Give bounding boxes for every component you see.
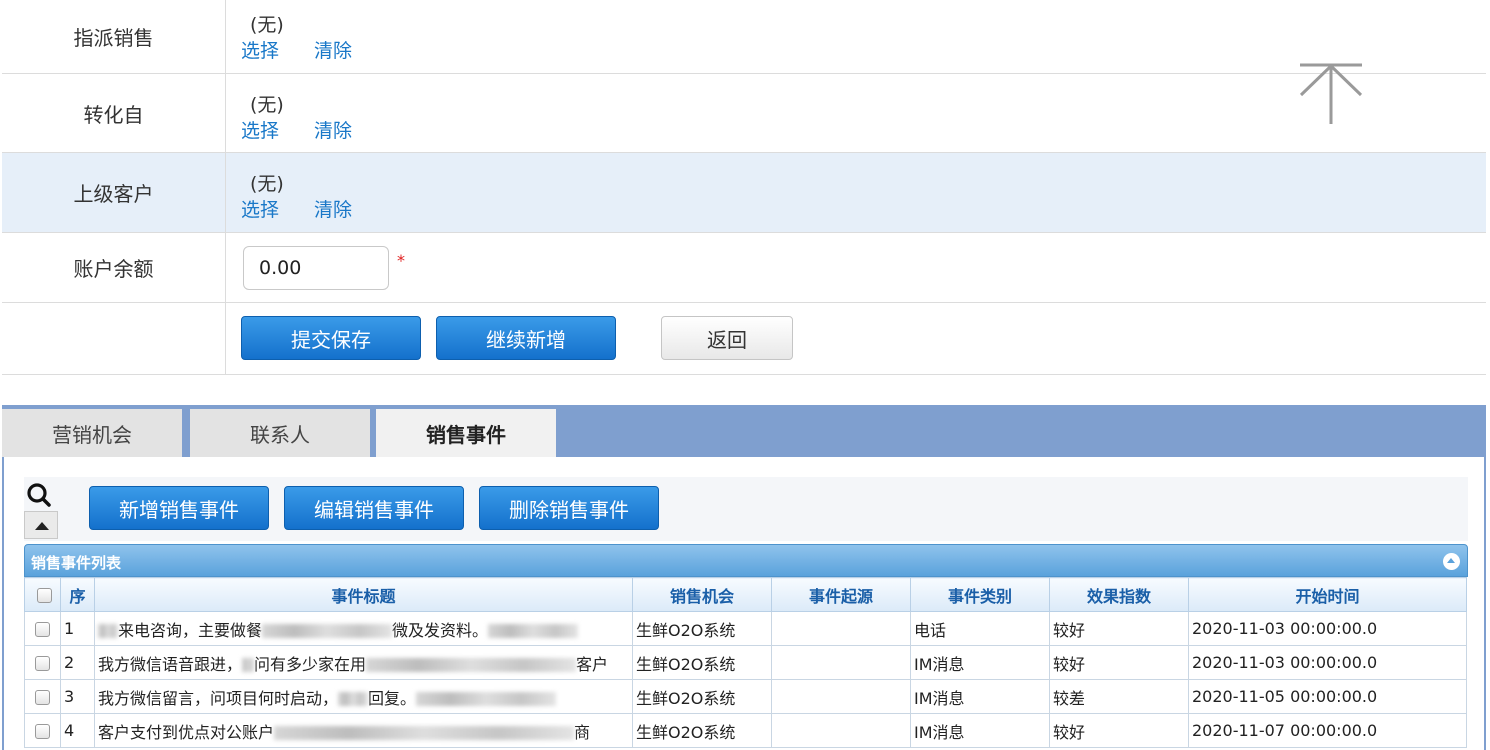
row-checkbox-cell[interactable] bbox=[24, 679, 61, 714]
redacted-text bbox=[262, 624, 393, 638]
row-index: 1 bbox=[60, 611, 95, 646]
row-opportunity: 生鲜O2O系统 bbox=[632, 713, 772, 748]
sales-events-panel: 新增销售事件 编辑销售事件 删除销售事件 销售事件列表 序 事件标题 销售机会 … bbox=[2, 457, 1486, 750]
row-origin bbox=[771, 713, 911, 748]
row-title: 我方微信留言，问项目何时启动， 回复。 bbox=[94, 679, 633, 714]
row-origin bbox=[771, 645, 911, 680]
tab-bar: 营销机会 联系人 销售事件 bbox=[2, 405, 1486, 457]
required-mark: * bbox=[397, 251, 405, 270]
row-checkbox[interactable] bbox=[35, 724, 50, 739]
row-effect: 较好 bbox=[1049, 713, 1189, 748]
row-checkbox[interactable] bbox=[35, 656, 50, 671]
back-button[interactable]: 返回 bbox=[661, 316, 793, 360]
column-header-opportunity[interactable]: 销售机会 bbox=[632, 577, 772, 612]
row-origin bbox=[771, 611, 911, 646]
row-title: 来电咨询，主要做餐 微及发资料。 bbox=[94, 611, 633, 646]
row-index: 4 bbox=[60, 713, 95, 748]
row-origin bbox=[771, 679, 911, 714]
row-category: IM消息 bbox=[910, 713, 1050, 748]
row-index: 2 bbox=[60, 645, 95, 680]
row-checkbox-cell[interactable] bbox=[24, 645, 61, 680]
converted-from-select-link[interactable]: 选择 bbox=[241, 116, 279, 143]
table-header-row: 序 事件标题 销售机会 事件起源 事件类别 效果指数 开始时间 bbox=[24, 577, 1467, 612]
redacted-text bbox=[98, 624, 118, 638]
table-row[interactable]: 1 来电咨询，主要做餐 微及发资料。 生鲜O2O系统 电话 较好 2020-11-… bbox=[24, 611, 1467, 646]
row-effect: 较好 bbox=[1049, 611, 1189, 646]
table-row[interactable]: 3 我方微信留言，问项目何时启动， 回复。 生鲜O2O系统 IM消息 较差 202… bbox=[24, 679, 1467, 714]
row-checkbox[interactable] bbox=[35, 690, 50, 705]
redacted-text bbox=[274, 726, 575, 740]
row-checkbox[interactable] bbox=[35, 622, 50, 637]
sales-events-table: 序 事件标题 销售机会 事件起源 事件类别 效果指数 开始时间 1 来电咨询，主… bbox=[24, 577, 1467, 748]
row-opportunity: 生鲜O2O系统 bbox=[632, 611, 772, 646]
row-start-time: 2020-11-07 00:00:00.0 bbox=[1188, 713, 1467, 748]
table-row[interactable]: 4 客户支付到优点对公账户商 生鲜O2O系统 IM消息 较好 2020-11-0… bbox=[24, 713, 1467, 748]
search-icon[interactable] bbox=[24, 481, 56, 509]
parent-customer-label: 上级客户 bbox=[2, 153, 226, 232]
converted-from-label: 转化自 bbox=[2, 74, 226, 152]
column-header-origin[interactable]: 事件起源 bbox=[771, 577, 911, 612]
column-header-effect[interactable]: 效果指数 bbox=[1049, 577, 1189, 612]
assigned-sales-label: 指派销售 bbox=[2, 0, 226, 73]
row-checkbox-cell[interactable] bbox=[24, 611, 61, 646]
continue-add-button[interactable]: 继续新增 bbox=[436, 316, 616, 360]
redacted-text bbox=[338, 692, 369, 706]
column-header-title[interactable]: 事件标题 bbox=[94, 577, 633, 612]
row-start-time: 2020-11-03 00:00:00.0 bbox=[1188, 645, 1467, 680]
row-title: 我方微信语音跟进， 问有多少家在用 客户 bbox=[94, 645, 633, 680]
tab-marketing-opportunity[interactable]: 营销机会 bbox=[2, 409, 182, 457]
column-header-category[interactable]: 事件类别 bbox=[910, 577, 1050, 612]
converted-from-clear-link[interactable]: 清除 bbox=[314, 116, 352, 143]
redacted-text bbox=[366, 658, 577, 672]
add-sales-event-button[interactable]: 新增销售事件 bbox=[89, 486, 269, 530]
assigned-sales-value: (无) bbox=[250, 14, 284, 36]
column-header-start-time[interactable]: 开始时间 bbox=[1188, 577, 1467, 612]
actions-label-cell bbox=[2, 303, 226, 374]
back-to-top-icon[interactable] bbox=[1298, 62, 1364, 126]
grid-collapse-icon[interactable] bbox=[1443, 553, 1460, 570]
form-row-parent-customer: 上级客户 (无) 选择 清除 bbox=[2, 153, 1486, 233]
assigned-sales-select-link[interactable]: 选择 bbox=[241, 36, 279, 63]
form-row-assigned-sales: 指派销售 (无) 选择 清除 bbox=[2, 0, 1486, 74]
select-all-checkbox[interactable] bbox=[36, 588, 52, 603]
row-category: IM消息 bbox=[910, 645, 1050, 680]
account-balance-label: 账户余额 bbox=[2, 233, 226, 302]
assigned-sales-clear-link[interactable]: 清除 bbox=[314, 36, 352, 63]
grid-title: 销售事件列表 bbox=[31, 554, 122, 572]
collapse-toggle-icon[interactable] bbox=[24, 511, 58, 539]
row-start-time: 2020-11-05 00:00:00.0 bbox=[1188, 679, 1467, 714]
account-balance-input[interactable] bbox=[243, 246, 389, 290]
form-row-converted-from: 转化自 (无) 选择 清除 bbox=[2, 74, 1486, 153]
redacted-text bbox=[416, 692, 557, 706]
row-start-time: 2020-11-03 00:00:00.0 bbox=[1188, 611, 1467, 646]
table-row[interactable]: 2 我方微信语音跟进， 问有多少家在用 客户 生鲜O2O系统 IM消息 较好 202… bbox=[24, 645, 1467, 680]
redacted-text bbox=[242, 658, 255, 672]
delete-sales-event-button[interactable]: 删除销售事件 bbox=[479, 486, 659, 530]
row-opportunity: 生鲜O2O系统 bbox=[632, 645, 772, 680]
row-title: 客户支付到优点对公账户商 bbox=[94, 713, 633, 748]
submit-save-button[interactable]: 提交保存 bbox=[241, 316, 421, 360]
row-opportunity: 生鲜O2O系统 bbox=[632, 679, 772, 714]
tab-contacts[interactable]: 联系人 bbox=[190, 409, 370, 457]
parent-customer-select-link[interactable]: 选择 bbox=[241, 195, 279, 222]
redacted-text bbox=[488, 624, 579, 638]
row-category: 电话 bbox=[910, 611, 1050, 646]
row-effect: 较差 bbox=[1049, 679, 1189, 714]
edit-sales-event-button[interactable]: 编辑销售事件 bbox=[284, 486, 464, 530]
row-category: IM消息 bbox=[910, 679, 1050, 714]
parent-customer-clear-link[interactable]: 清除 bbox=[314, 195, 352, 222]
tab-sales-events[interactable]: 销售事件 bbox=[376, 409, 556, 457]
column-header-index[interactable]: 序 bbox=[60, 577, 95, 612]
form-row-account-balance: 账户余额 * bbox=[2, 233, 1486, 303]
converted-from-value: (无) bbox=[250, 94, 284, 116]
parent-customer-value: (无) bbox=[250, 173, 284, 195]
toolbar: 新增销售事件 编辑销售事件 删除销售事件 bbox=[24, 477, 1468, 541]
grid-title-bar: 销售事件列表 bbox=[24, 544, 1468, 577]
row-index: 3 bbox=[60, 679, 95, 714]
form-row-actions: 提交保存 继续新增 返回 bbox=[2, 303, 1486, 375]
row-checkbox-cell[interactable] bbox=[24, 713, 61, 748]
select-all-checkbox-cell[interactable] bbox=[24, 577, 61, 612]
row-effect: 较好 bbox=[1049, 645, 1189, 680]
